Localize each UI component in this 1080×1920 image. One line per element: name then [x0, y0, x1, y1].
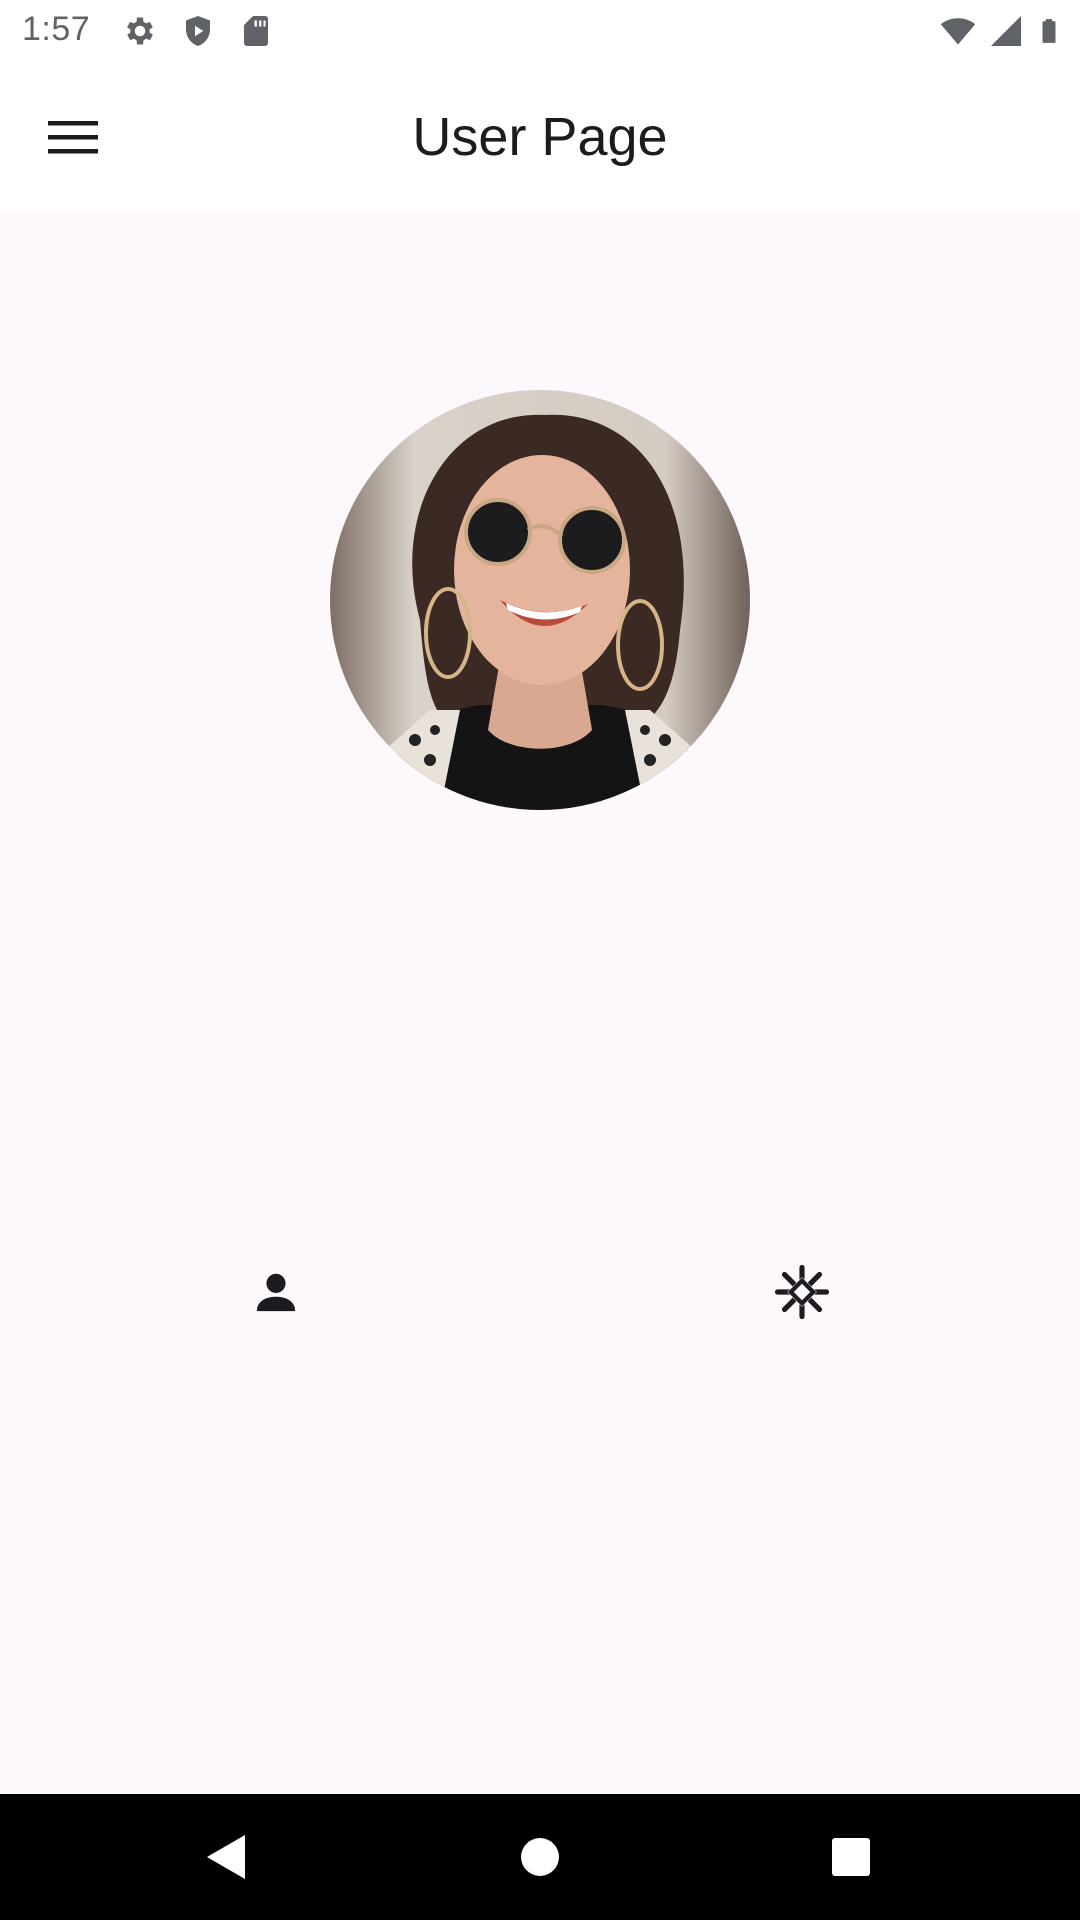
profile-avatar[interactable] — [330, 390, 750, 810]
back-button[interactable] — [180, 1822, 270, 1892]
wifi-icon — [940, 18, 976, 45]
app-bar: User Page — [0, 64, 1080, 210]
status-bar: 1:57 — [0, 0, 1080, 64]
status-left-icons — [122, 13, 274, 49]
recents-button[interactable] — [806, 1822, 896, 1892]
profile-photo — [330, 390, 750, 810]
page-title: User Page — [412, 107, 668, 167]
status-time: 1:57 — [22, 10, 91, 48]
person-button[interactable] — [236, 1252, 316, 1332]
status-right-icons — [940, 13, 1062, 49]
system-nav-bar — [0, 1794, 1080, 1920]
asterisk-button[interactable] — [762, 1252, 842, 1332]
home-button[interactable] — [495, 1822, 585, 1892]
main-content — [0, 210, 1080, 1794]
shield-icon — [186, 16, 210, 46]
gear-icon — [127, 17, 153, 45]
battery-icon — [1042, 19, 1056, 43]
asterisk-icon — [774, 1264, 830, 1320]
person-icon — [256, 1273, 296, 1312]
back-icon — [207, 1835, 245, 1879]
sd-card-icon — [244, 16, 268, 46]
recents-icon — [832, 1838, 870, 1876]
signal-icon — [991, 16, 1021, 46]
home-icon — [521, 1838, 559, 1876]
